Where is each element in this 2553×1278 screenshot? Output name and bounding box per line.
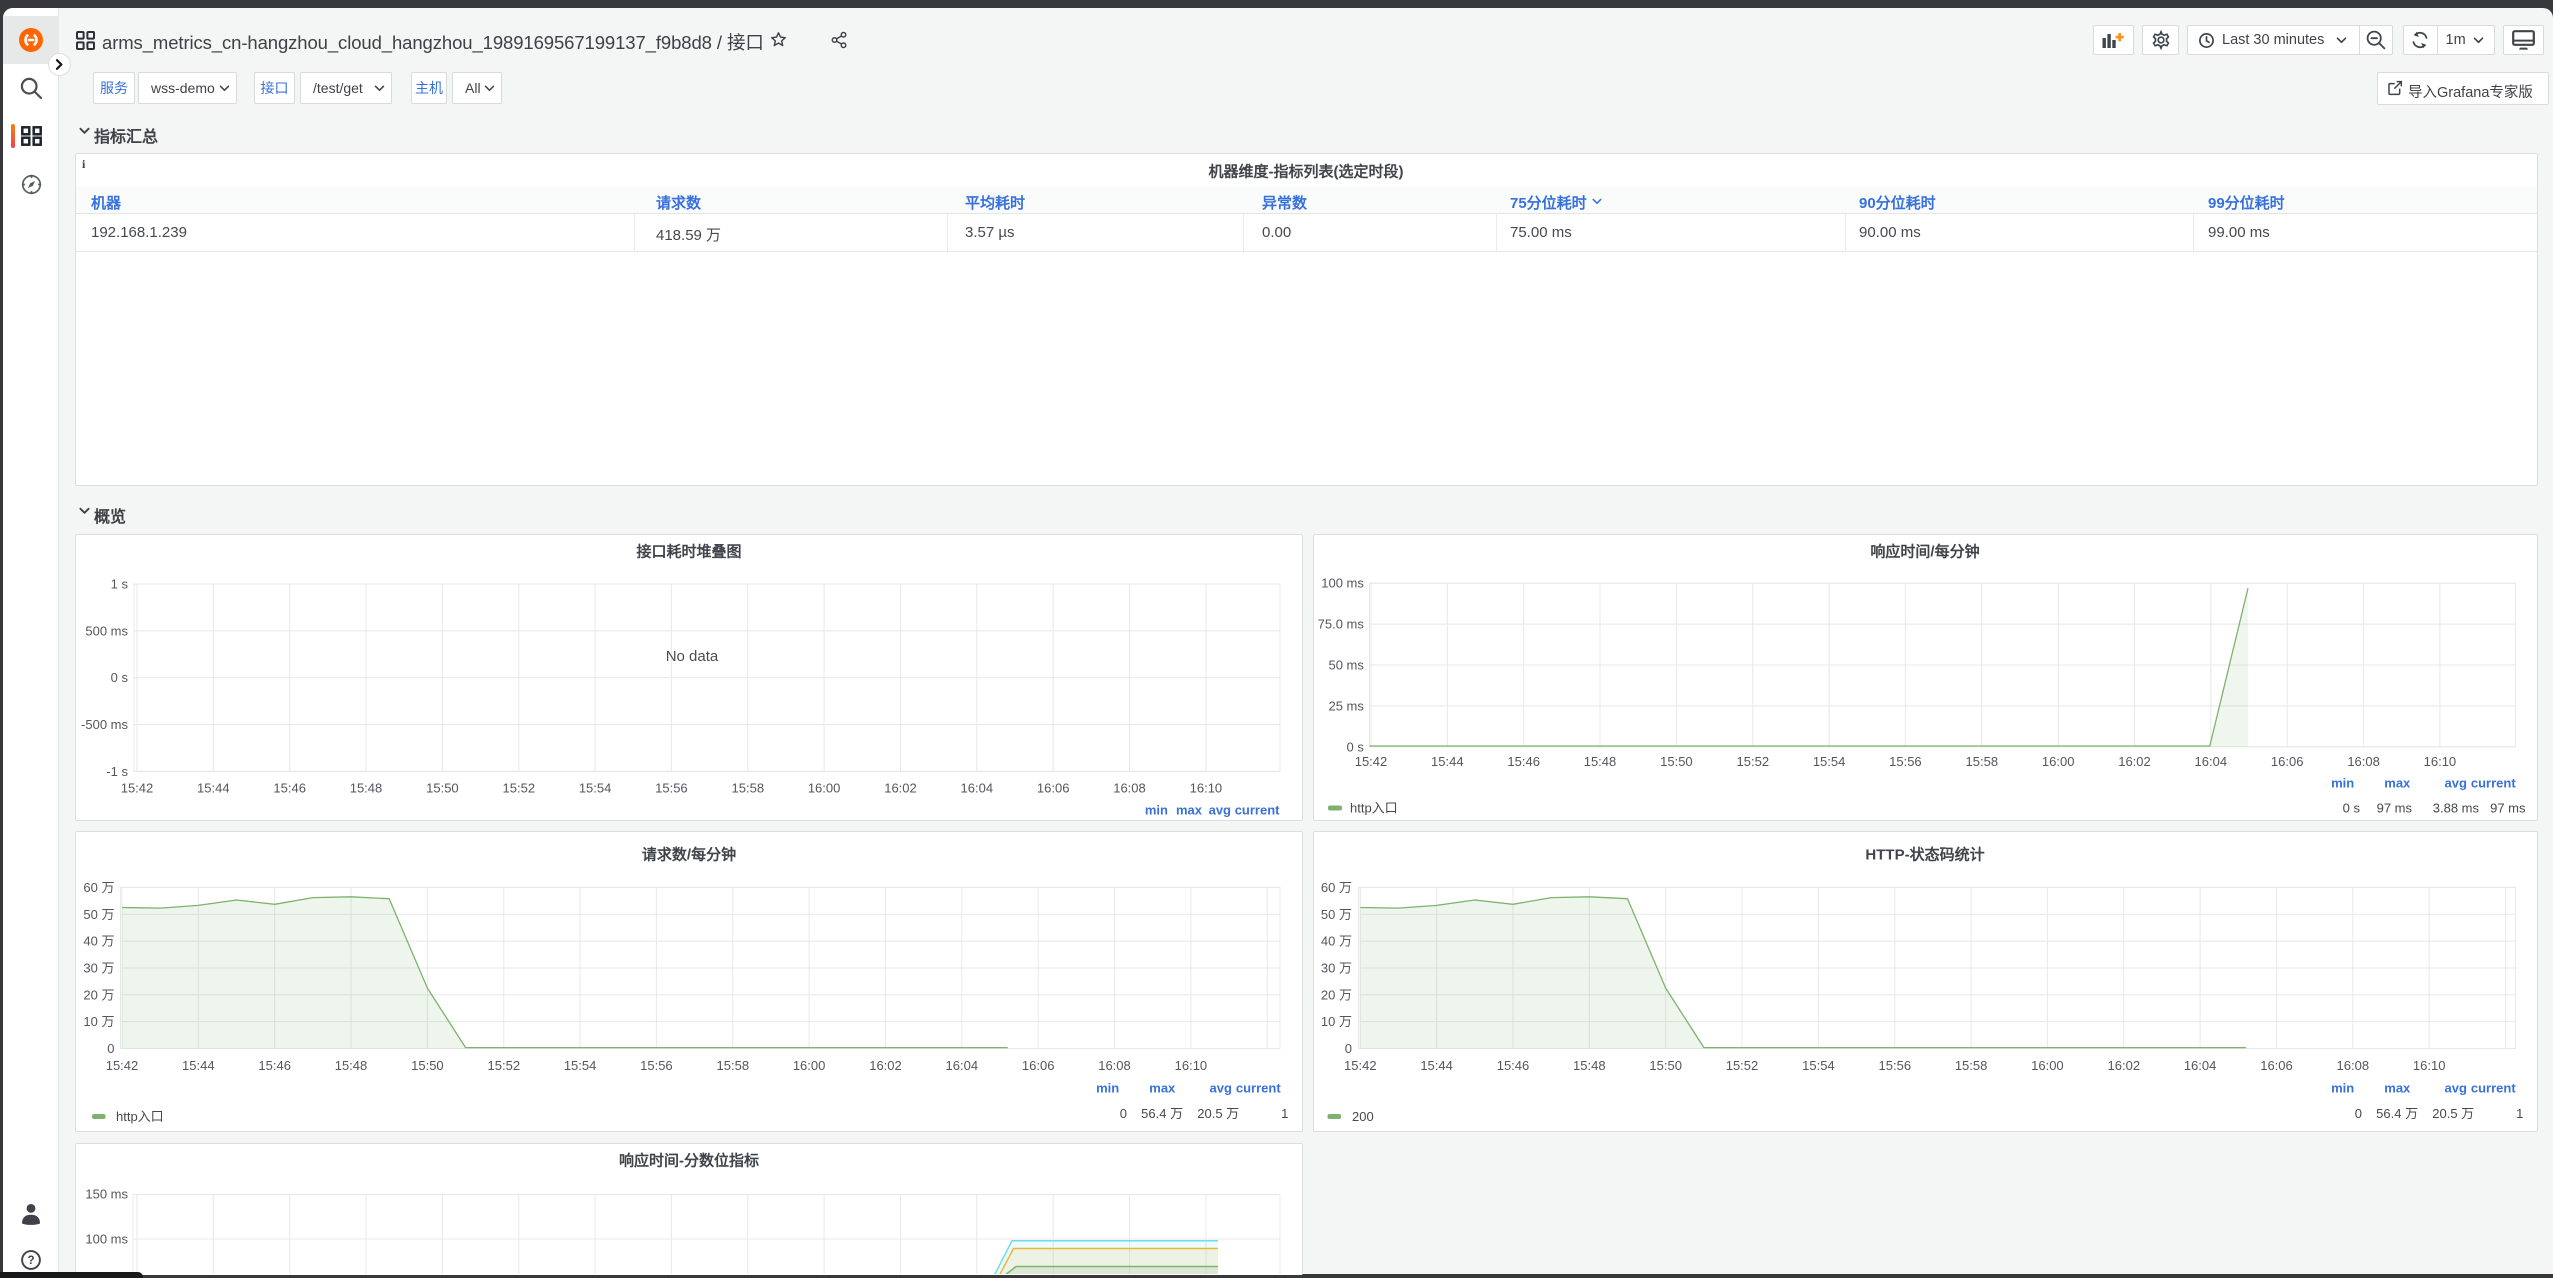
svg-text:?: ?: [27, 1255, 34, 1267]
